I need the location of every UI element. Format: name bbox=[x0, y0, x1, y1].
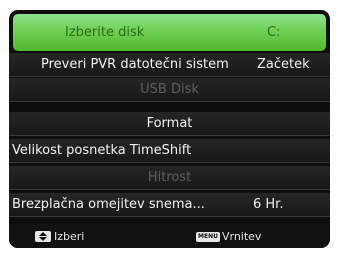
menu-item-format[interactable]: Format bbox=[9, 112, 330, 136]
footer-hints: Izberi MENU Vrnitev bbox=[9, 224, 330, 248]
back-hint: MENU Vrnitev bbox=[196, 230, 261, 243]
menu-item-timeshift-size[interactable]: Velikost posnetka TimeShift bbox=[9, 139, 330, 163]
select-hint-label: Izberi bbox=[54, 230, 85, 243]
menu-item-value: Začetek bbox=[257, 57, 310, 72]
select-disk-value: C: bbox=[267, 25, 281, 40]
menu-item-label: Brezplačna omejitev snema... bbox=[12, 197, 205, 212]
back-hint-label: Vrnitev bbox=[221, 230, 262, 243]
menu-item-usb-disk: USB Disk bbox=[9, 78, 330, 102]
menu-item-label: Velikost posnetka TimeShift bbox=[12, 143, 192, 158]
menu-item-recording-limit[interactable]: Brezplačna omejitev snema... 6 Hr. bbox=[9, 193, 330, 217]
menu-item-label: USB Disk bbox=[140, 82, 199, 97]
up-down-arrows-icon bbox=[35, 231, 51, 242]
menu-item-value: 6 Hr. bbox=[253, 197, 284, 212]
menu-item-label: Preveri PVR datotečni sistem bbox=[41, 57, 229, 72]
select-disk-label: Izberite disk bbox=[65, 25, 145, 40]
menu-item-label: Format bbox=[146, 116, 193, 131]
select-disk-row[interactable]: Izberite disk C: bbox=[13, 14, 326, 51]
select-hint: Izberi bbox=[35, 230, 84, 243]
menu-item-label: Hitrost bbox=[147, 170, 192, 185]
pvr-settings-dialog: Izberite disk C: Preveri PVR datotečni s… bbox=[9, 10, 330, 248]
menu-key-icon: MENU bbox=[196, 231, 220, 242]
menu-item-speed: Hitrost bbox=[9, 166, 330, 190]
menu-item-check-filesystem[interactable]: Preveri PVR datotečni sistem Začetek bbox=[9, 53, 330, 77]
